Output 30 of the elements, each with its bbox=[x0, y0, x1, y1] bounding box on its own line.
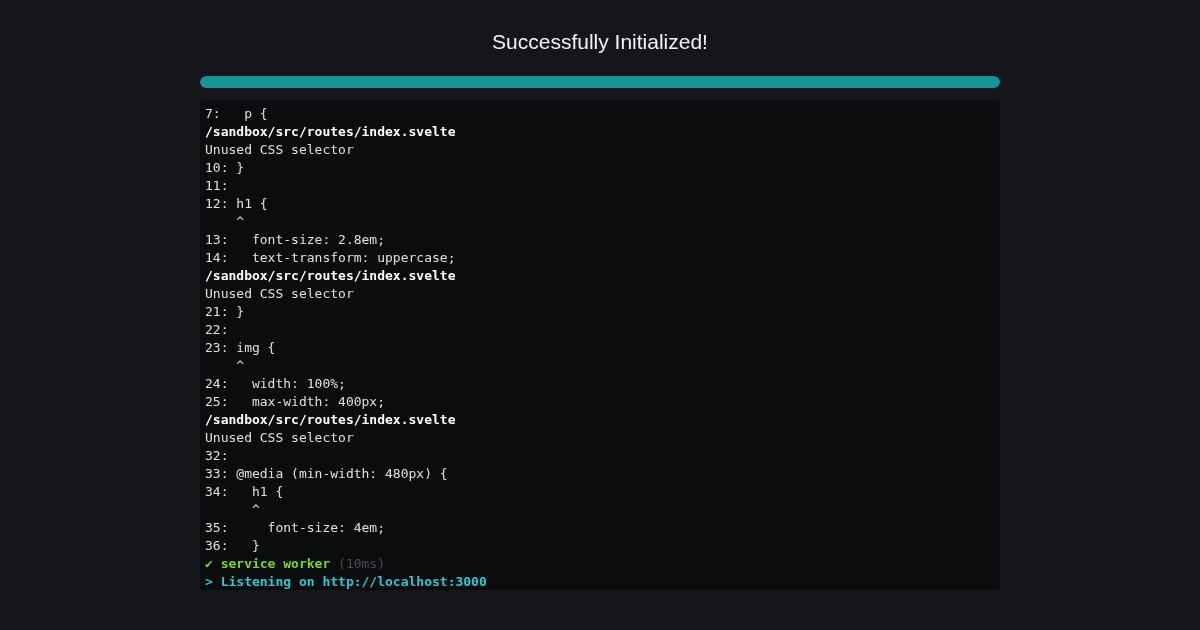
log-line: 35: font-size: 4em; bbox=[205, 519, 385, 537]
log-line: 24: width: 100%; bbox=[205, 375, 346, 393]
status-title: Successfully Initialized! bbox=[491, 30, 709, 54]
log-line: 14: text-transform: uppercase; bbox=[205, 249, 456, 267]
log-line: 11: bbox=[205, 177, 229, 195]
success-message: service worker bbox=[220, 555, 331, 573]
log-line: 21: } bbox=[205, 303, 245, 321]
log-line: ^ bbox=[235, 213, 245, 231]
file-path: /sandbox/src/routes/index.svelte bbox=[205, 411, 456, 429]
log-line: 23: img { bbox=[205, 339, 276, 357]
log-line: Unused CSS selector bbox=[205, 429, 354, 447]
log-line: 36: } bbox=[205, 537, 260, 555]
file-path: /sandbox/src/routes/index.svelte bbox=[205, 267, 456, 285]
log-line: 25: max-width: 400px; bbox=[205, 393, 385, 411]
log-line: 13: font-size: 2.8em; bbox=[205, 231, 385, 249]
log-line: 32: bbox=[205, 447, 229, 465]
file-path: /sandbox/src/routes/index.svelte bbox=[205, 123, 456, 141]
log-line: 34: h1 { bbox=[205, 483, 284, 501]
log-line: 7: p { bbox=[205, 105, 268, 123]
log-line: Unused CSS selector bbox=[205, 141, 354, 159]
log-line: 22: bbox=[205, 321, 229, 339]
log-line: ^ bbox=[250, 501, 260, 519]
log-line: ^ bbox=[235, 357, 245, 375]
log-line: 10: } bbox=[205, 159, 245, 177]
log-line: 33: @media (min-width: 480px) { bbox=[205, 465, 448, 483]
timing-text: (10ms) bbox=[338, 555, 386, 573]
listening-message: > Listening on http://localhost:3000 bbox=[205, 573, 487, 591]
log-line: Unused CSS selector bbox=[205, 285, 354, 303]
check-icon: ✔ bbox=[205, 555, 213, 573]
log-line: 12: h1 { bbox=[205, 195, 268, 213]
